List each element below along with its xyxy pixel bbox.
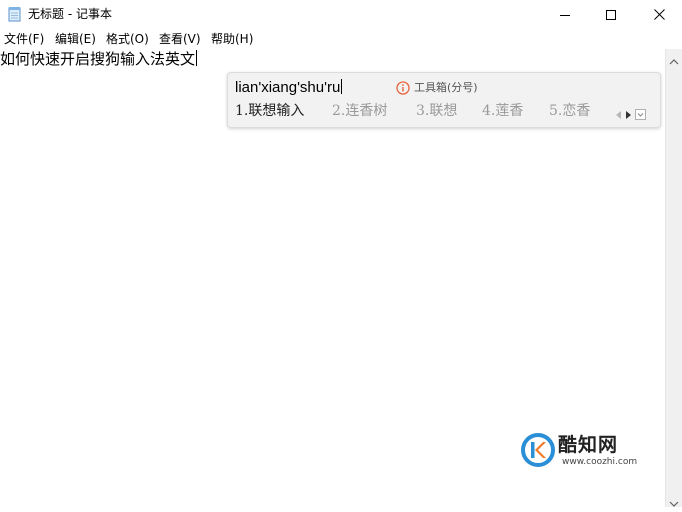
coozhi-logo-icon	[520, 432, 556, 472]
ime-candidate-5[interactable]: 5.恋香	[549, 102, 590, 120]
page-next-icon[interactable]	[625, 105, 632, 124]
ime-candidate-3[interactable]: 3.联想	[416, 102, 457, 120]
ime-caret	[341, 79, 343, 94]
watermark-name: 酷知网	[558, 434, 619, 456]
minimize-icon	[560, 5, 570, 24]
vertical-scrollbar[interactable]	[665, 49, 682, 507]
editor-text: 如何快速开启搜狗输入法英文	[0, 50, 196, 68]
scroll-down-icon[interactable]	[669, 493, 679, 512]
watermark: 酷知网 www.coozhi.com	[516, 430, 656, 474]
maximize-icon	[606, 5, 616, 24]
page-prev-icon[interactable]	[615, 105, 622, 124]
minimize-button[interactable]	[542, 0, 588, 28]
ime-pager	[615, 105, 646, 124]
window-title: 无标题 - 记事本	[28, 7, 112, 21]
ime-candidate-4[interactable]: 4.莲香	[482, 102, 523, 120]
info-icon	[396, 81, 410, 95]
close-icon	[653, 5, 665, 24]
ime-candidate-2[interactable]: 2.连香树	[332, 102, 387, 120]
maximize-button[interactable]	[588, 0, 634, 28]
ime-toolbox-hint[interactable]: 工具箱(分号)	[396, 81, 478, 95]
title-bar: 无标题 - 记事本	[0, 0, 682, 28]
menu-edit[interactable]: 编辑(E)	[55, 31, 96, 47]
ime-candidate-1[interactable]: 1.联想输入	[235, 102, 304, 120]
notepad-icon	[8, 6, 22, 22]
watermark-url: www.coozhi.com	[562, 457, 638, 467]
text-caret	[196, 50, 198, 66]
close-button[interactable]	[636, 0, 682, 28]
ime-candidate-window: lian'xiang'shu'ru 工具箱(分号) 1.联想输入 2.连香树 3…	[227, 72, 661, 128]
menu-format[interactable]: 格式(O)	[106, 31, 149, 47]
ime-composition: lian'xiang'shu'ru	[235, 79, 343, 97]
menu-file[interactable]: 文件(F)	[4, 31, 44, 47]
menu-bar: 文件(F) 编辑(E) 格式(O) 查看(V) 帮助(H)	[0, 29, 682, 49]
editor-content[interactable]: 如何快速开启搜狗输入法英文	[0, 50, 198, 69]
toolbox-label: 工具箱(分号)	[414, 81, 478, 94]
menu-help[interactable]: 帮助(H)	[211, 31, 253, 47]
expand-icon[interactable]	[635, 105, 646, 124]
scroll-up-icon[interactable]	[669, 51, 679, 70]
ime-pinyin-text: lian'xiang'shu'ru	[235, 79, 341, 96]
menu-view[interactable]: 查看(V)	[159, 31, 201, 47]
